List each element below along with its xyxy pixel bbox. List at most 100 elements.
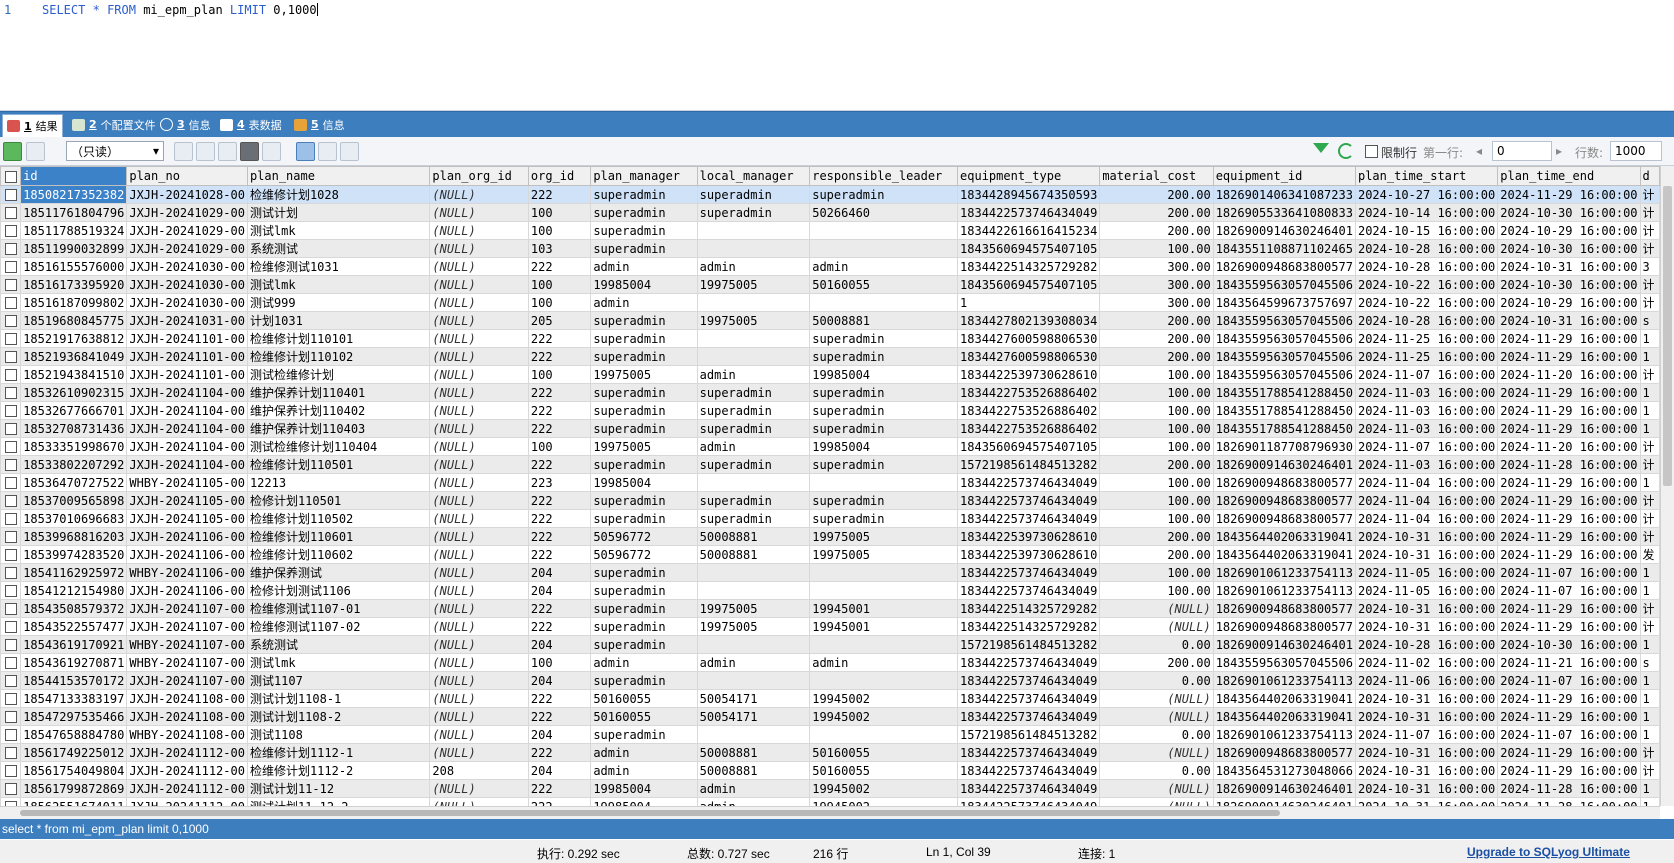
table-cell[interactable]: 1843560694575407105 bbox=[957, 239, 1101, 258]
row-checkbox-cell[interactable] bbox=[0, 779, 22, 798]
table-cell[interactable]: 18547297535466 bbox=[20, 707, 128, 726]
table-cell[interactable]: 1826901061233754113 bbox=[1212, 671, 1356, 690]
table-cell[interactable] bbox=[809, 671, 959, 690]
table-cell[interactable]: JXJH-20241108-00 bbox=[126, 707, 248, 726]
table-cell[interactable]: 200.00 bbox=[1099, 221, 1214, 240]
row-checkbox[interactable] bbox=[4, 279, 17, 291]
row-checkbox[interactable] bbox=[4, 351, 17, 363]
table-cell[interactable]: 2024-11-29 16:00:00 bbox=[1497, 509, 1641, 528]
table-cell[interactable]: WHBY-20241107-00 bbox=[126, 653, 248, 672]
table-cell[interactable]: superadmin bbox=[696, 383, 811, 402]
table-cell[interactable]: (NULL) bbox=[1099, 689, 1214, 708]
row-checkbox-cell[interactable] bbox=[0, 473, 22, 492]
table-cell[interactable]: 1843564402063319041 bbox=[1212, 545, 1356, 564]
table-cell[interactable]: JXJH-20241031-00 bbox=[126, 311, 248, 330]
row-checkbox-cell[interactable] bbox=[0, 743, 22, 762]
table-cell[interactable]: 100 bbox=[527, 203, 592, 222]
table-cell[interactable]: 1834427600598806530 bbox=[957, 347, 1101, 366]
table-row[interactable]: 18543508579372 JXJH-20241107-00 检维修测试1107-… bbox=[0, 599, 1660, 618]
row-checkbox-cell[interactable] bbox=[0, 707, 22, 726]
table-cell[interactable]: 计 bbox=[1639, 491, 1660, 510]
table-cell[interactable]: 200.00 bbox=[1099, 311, 1214, 330]
table-row[interactable]: 18543619270871 WHBY-20241107-00 测试lmk (NULL… bbox=[0, 653, 1660, 672]
row-checkbox-cell[interactable] bbox=[0, 221, 22, 240]
table-cell[interactable]: (NULL) bbox=[429, 671, 529, 690]
table-row[interactable]: 18561754049804 JXJH-20241112-00 检维修计划1112-… bbox=[0, 761, 1660, 780]
table-cell[interactable]: 检维修计划110101 bbox=[246, 329, 431, 348]
row-checkbox[interactable] bbox=[4, 747, 17, 759]
table-cell[interactable]: 检维修计划110102 bbox=[246, 347, 431, 366]
table-cell[interactable]: 50596772 bbox=[590, 527, 698, 546]
table-cell[interactable]: 50008881 bbox=[809, 311, 959, 330]
table-cell[interactable]: 100.00 bbox=[1099, 383, 1214, 402]
table-cell[interactable] bbox=[696, 473, 811, 492]
row-checkbox[interactable] bbox=[4, 729, 17, 741]
table-cell[interactable]: admin bbox=[809, 257, 959, 276]
table-cell[interactable]: 19945001 bbox=[809, 599, 959, 618]
table-cell[interactable]: 100.00 bbox=[1099, 437, 1214, 456]
limit-checkbox[interactable] bbox=[1365, 145, 1378, 158]
table-cell[interactable]: 测试999 bbox=[246, 293, 431, 312]
table-cell[interactable]: 测试lmk bbox=[246, 275, 431, 294]
table-cell[interactable]: 18521917638812 bbox=[20, 329, 128, 348]
table-cell[interactable]: 100.00 bbox=[1099, 365, 1214, 384]
row-checkbox[interactable] bbox=[4, 297, 17, 309]
table-cell[interactable]: (NULL) bbox=[429, 653, 529, 672]
table-cell[interactable]: 19975005 bbox=[696, 617, 811, 636]
table-cell[interactable]: 1826905533641080833 bbox=[1212, 203, 1356, 222]
table-cell[interactable] bbox=[809, 293, 959, 312]
table-cell[interactable]: 测试1107 bbox=[246, 671, 431, 690]
table-cell[interactable]: 204 bbox=[527, 635, 592, 654]
table-row[interactable]: 18532610902315 JXJH-20241104-00 维护保养计划1104… bbox=[0, 383, 1660, 402]
table-cell[interactable]: 测试lmk bbox=[246, 653, 431, 672]
table-cell[interactable]: (NULL) bbox=[429, 365, 529, 384]
table-row[interactable]: 18521936841049 JXJH-20241101-00 检维修计划11010… bbox=[0, 347, 1660, 366]
table-cell[interactable]: 18561749225012 bbox=[20, 743, 128, 762]
horizontal-scrollbar[interactable] bbox=[0, 806, 1660, 819]
table-cell[interactable]: 19975005 bbox=[590, 437, 698, 456]
table-cell[interactable]: superadmin bbox=[590, 581, 698, 600]
table-cell[interactable]: 测试计划11-12 bbox=[246, 779, 431, 798]
table-cell[interactable]: 1826901061233754113 bbox=[1212, 563, 1356, 582]
form-view-icon[interactable] bbox=[318, 142, 337, 161]
table-cell[interactable]: 计 bbox=[1639, 761, 1660, 780]
column-header[interactable]: org_id bbox=[527, 166, 592, 186]
table-row[interactable]: 18508217352382 JXJH-20241028-00 检维修计划1028(… bbox=[0, 185, 1660, 204]
table-cell[interactable]: 204 bbox=[527, 761, 592, 780]
column-header[interactable]: responsible_leader bbox=[809, 166, 959, 186]
table-cell[interactable]: 1834422573746434049 bbox=[957, 653, 1101, 672]
row-checkbox[interactable] bbox=[4, 189, 17, 201]
table-cell[interactable]: 计 bbox=[1639, 617, 1660, 636]
table-cell[interactable]: superadmin bbox=[590, 599, 698, 618]
table-cell[interactable]: 103 bbox=[527, 239, 592, 258]
cancel-icon[interactable] bbox=[262, 142, 281, 161]
table-cell[interactable]: admin bbox=[590, 653, 698, 672]
row-checkbox[interactable] bbox=[4, 441, 17, 453]
table-cell[interactable]: 18521936841049 bbox=[20, 347, 128, 366]
table-cell[interactable]: 2024-11-25 16:00:00 bbox=[1354, 347, 1499, 366]
row-checkbox-cell[interactable] bbox=[0, 797, 22, 806]
table-cell[interactable]: JXJH-20241108-00 bbox=[126, 689, 248, 708]
table-cell[interactable]: 1834422573746434049 bbox=[957, 761, 1101, 780]
table-cell[interactable]: 18543508579372 bbox=[20, 599, 128, 618]
table-cell[interactable]: 2024-11-29 16:00:00 bbox=[1497, 599, 1641, 618]
table-row[interactable]: 18532677666701 JXJH-20241104-00 维护保养计划1104… bbox=[0, 401, 1660, 420]
table-cell[interactable]: WHBY-20241107-00 bbox=[126, 635, 248, 654]
table-cell[interactable]: admin bbox=[590, 293, 698, 312]
table-cell[interactable]: 1843551788541288450 bbox=[1212, 383, 1356, 402]
table-cell[interactable]: 计 bbox=[1639, 527, 1660, 546]
table-cell[interactable]: 100 bbox=[527, 437, 592, 456]
table-cell[interactable]: 1834422573746434049 bbox=[957, 797, 1101, 806]
table-cell[interactable] bbox=[696, 671, 811, 690]
table-cell[interactable]: (NULL) bbox=[429, 437, 529, 456]
table-cell[interactable]: (NULL) bbox=[429, 707, 529, 726]
table-cell[interactable]: admin bbox=[590, 743, 698, 762]
table-cell[interactable]: 1834422573746434049 bbox=[957, 779, 1101, 798]
row-checkbox[interactable] bbox=[4, 333, 17, 345]
table-cell[interactable]: superadmin bbox=[696, 509, 811, 528]
table-cell[interactable]: (NULL) bbox=[429, 473, 529, 492]
table-cell[interactable]: superadmin bbox=[590, 203, 698, 222]
table-cell[interactable]: 50054171 bbox=[696, 689, 811, 708]
refresh-icon[interactable] bbox=[1338, 143, 1354, 159]
table-cell[interactable]: 1834427802139308034 bbox=[957, 311, 1101, 330]
